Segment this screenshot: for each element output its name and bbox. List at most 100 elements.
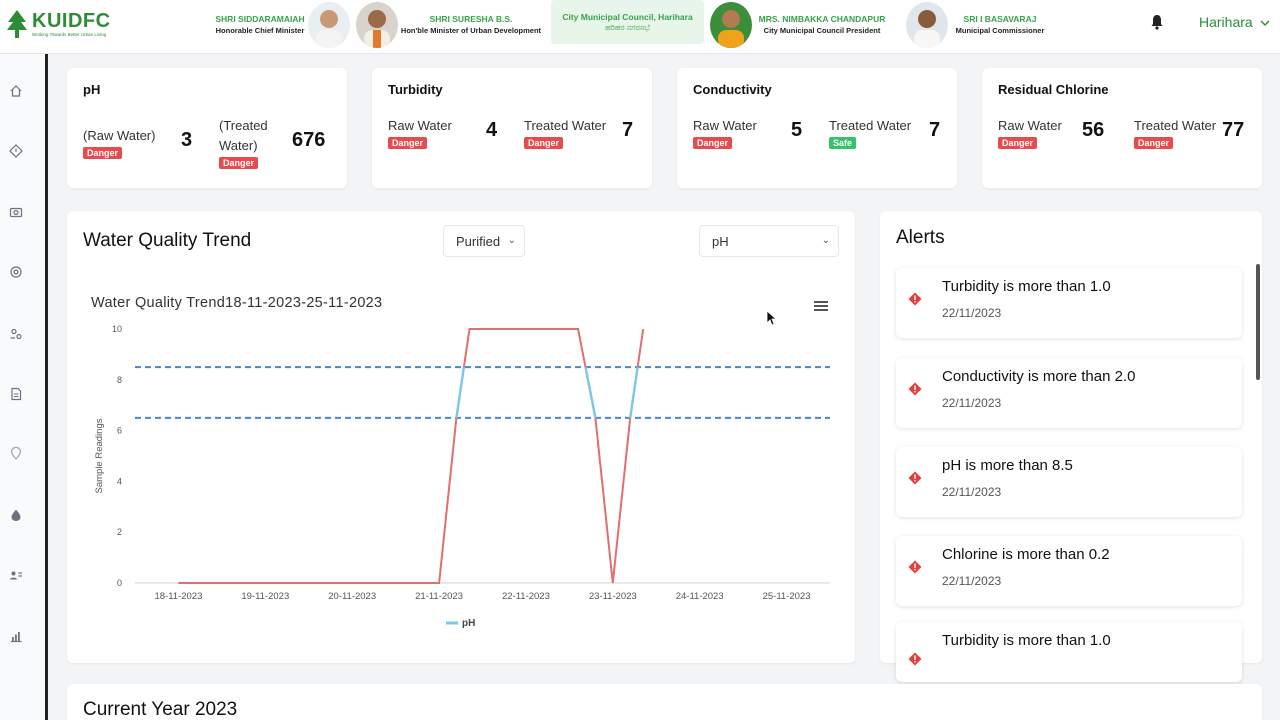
x-tick-label: 21-11-2023: [415, 591, 463, 602]
council-name: City Municipal Council, Harihara: [562, 12, 693, 22]
y-axis-label: Sample Readings: [94, 418, 105, 493]
dignitary-name: SHRI SIDDARAMAIAH: [215, 14, 305, 24]
raw-water-label: Raw Water: [998, 118, 1062, 133]
raw-status-badge: Danger: [83, 147, 123, 159]
parameter-value: pH: [712, 234, 729, 249]
y-tick-label: 0: [117, 578, 122, 588]
raw-status-badge: Danger: [388, 137, 428, 149]
metric-title: Residual Chlorine: [998, 82, 1109, 97]
y-tick-label: 4: [117, 476, 122, 486]
alert-text: Chlorine is more than 0.2: [942, 546, 1110, 563]
metric-card-ph: pH (Raw Water) Danger 3 (Treated Water) …: [67, 68, 347, 188]
alert-item[interactable]: Chlorine is more than 0.2 22/11/2023: [896, 536, 1242, 606]
alert-item[interactable]: Conductivity is more than 2.0 22/11/2023: [896, 358, 1242, 428]
dignitary-name: SRI I BASAVARAJ: [963, 14, 1037, 24]
raw-water-value: 56: [1082, 119, 1105, 141]
bar-chart-icon[interactable]: [9, 629, 23, 643]
metric-card-residual-chlorine: Residual Chlorine Raw Water Danger 56 Tr…: [982, 68, 1262, 188]
chevron-down-icon: ⌄: [821, 235, 830, 246]
x-tick-label: 24-11-2023: [676, 591, 724, 602]
treatment-type-select[interactable]: Purified ⌄: [443, 225, 525, 257]
alert-item[interactable]: Turbidity is more than 1.0 22/11/2023: [896, 268, 1242, 338]
treated-water-value: 77: [1222, 119, 1245, 141]
alert-diamond-icon: [908, 382, 922, 396]
y-tick-label: 8: [117, 375, 122, 385]
treated-status-badge: Danger: [1134, 137, 1174, 149]
water-drop-icon[interactable]: [9, 508, 23, 522]
raw-status-badge: Danger: [998, 137, 1038, 149]
metric-title: Conductivity: [693, 82, 772, 97]
raw-water-value: 3: [181, 129, 193, 151]
alert-text: Conductivity is more than 2.0: [942, 368, 1136, 385]
dignitary-name: SHRI SURESHA B.S.: [429, 14, 513, 24]
alert-text: Turbidity is more than 1.0: [942, 632, 1111, 649]
treated-water-value: 676: [292, 129, 326, 151]
treated-water-label: Treated Water: [524, 118, 607, 133]
dignitary-commissioner: SRI I BASAVARAJ Municipal Commissioner: [906, 0, 1052, 50]
raw-status-badge: Danger: [693, 137, 733, 149]
dignitary-role: City Municipal Council President: [763, 26, 881, 35]
legend-label: pH: [462, 618, 475, 629]
chevron-down-icon: ⌄: [507, 235, 516, 246]
dignitary-council-president: MRS. NIMBAKKA CHANDAPUR City Municipal C…: [710, 0, 892, 50]
raw-water-label: Raw Water: [693, 118, 757, 133]
council-name-kannada: ಹರಿಹರ ನಗರಸಭೆ: [605, 23, 650, 32]
kuidfc-logo[interactable]: KUIDFC Working Towards Better Urban Livi…: [4, 6, 111, 42]
logo-title: KUIDFC: [32, 10, 111, 32]
camera-icon[interactable]: [9, 205, 23, 219]
alerts-title: Alerts: [896, 227, 945, 248]
settings-icon[interactable]: [9, 265, 23, 279]
in-range-segment: [629, 366, 639, 419]
chart-title: Water Quality Trend18-11-2023-25-11-2023: [91, 295, 383, 311]
x-tick-label: 25-11-2023: [763, 591, 811, 602]
metric-card-turbidity: Turbidity Raw Water Danger 4 Treated Wat…: [372, 68, 652, 188]
treated-water-value: 7: [929, 119, 941, 141]
city-selector[interactable]: Harihara: [1199, 14, 1270, 30]
alert-date: 22/11/2023: [942, 306, 1002, 320]
alert-diamond-icon: [908, 652, 922, 666]
treatment-type-value: Purified: [456, 234, 501, 249]
logo-tagline: Working Towards Better Urban Living: [32, 32, 107, 37]
treated-water-value: 7: [622, 119, 634, 141]
users-icon[interactable]: [9, 327, 23, 341]
metric-title: pH: [83, 82, 101, 97]
dignitary-chief-minister: SHRI SIDDARAMAIAH Honorable Chief Minist…: [212, 0, 350, 50]
portrait-photo: [906, 2, 948, 48]
document-icon[interactable]: [9, 387, 23, 401]
y-tick-label: 6: [117, 426, 122, 436]
raw-water-value: 4: [486, 119, 498, 141]
dignitary-name: MRS. NIMBAKKA CHANDAPUR: [758, 14, 886, 24]
bell-icon[interactable]: [1150, 14, 1164, 30]
home-icon[interactable]: [9, 84, 23, 98]
alert-diamond-icon: [908, 471, 922, 485]
alerts-scrollbar[interactable]: [1256, 264, 1260, 380]
metric-card-conductivity: Conductivity Raw Water Danger 5 Treated …: [677, 68, 957, 188]
hamburger-menu-icon[interactable]: [814, 300, 828, 312]
alert-text: Turbidity is more than 1.0: [942, 278, 1111, 295]
portrait-photo: [308, 2, 350, 48]
dignitary-role: Municipal Commissioner: [955, 26, 1045, 35]
x-tick-label: 23-11-2023: [589, 591, 637, 602]
treated-status-badge: Safe: [829, 137, 857, 149]
portrait-photo: [710, 2, 752, 48]
current-year-title: Current Year 2023: [83, 699, 238, 720]
logo-tree-icon: [7, 10, 27, 38]
alert-item[interactable]: Turbidity is more than 1.0: [896, 622, 1242, 682]
map-pin-icon[interactable]: [9, 446, 23, 460]
in-range-segment: [455, 366, 466, 419]
y-tick-label: 2: [117, 527, 122, 537]
alert-item[interactable]: pH is more than 8.5 22/11/2023: [896, 447, 1242, 517]
current-year-panel: [67, 684, 1262, 720]
alert-diamond-icon[interactable]: [9, 144, 23, 158]
treated-water-label: Treated Water: [1134, 118, 1217, 133]
parameter-select[interactable]: pH ⌄: [699, 225, 839, 257]
sidebar: [0, 54, 48, 720]
portrait-photo: [356, 2, 398, 48]
treated-status-badge: Danger: [219, 157, 259, 169]
raw-water-label: Raw Water: [388, 118, 452, 133]
x-tick-label: 18-11-2023: [154, 591, 202, 602]
alert-date: 22/11/2023: [942, 396, 1002, 410]
in-range-segment: [584, 366, 597, 419]
x-tick-label: 19-11-2023: [241, 591, 289, 602]
user-card-icon[interactable]: [9, 568, 23, 582]
